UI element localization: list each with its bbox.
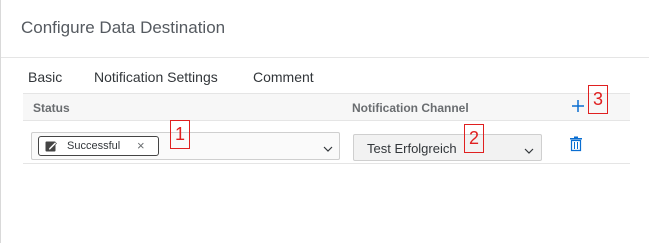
dialog-title: Configure Data Destination [21, 18, 226, 37]
configure-data-destination-dialog: Configure Data Destination Basic Notific… [0, 0, 649, 243]
column-header-notification-channel: Notification Channel [352, 101, 469, 115]
tab-basic[interactable]: Basic [28, 69, 62, 93]
plus-icon [571, 96, 585, 118]
add-row-button[interactable] [568, 95, 588, 117]
tab-notification-settings[interactable]: Notification Settings [94, 69, 218, 96]
chevron-down-icon[interactable] [524, 143, 534, 154]
table-header: Status Notification Channel [23, 93, 630, 121]
token-remove-icon[interactable]: × [137, 138, 145, 153]
status-token[interactable]: Successful × [38, 136, 159, 156]
chevron-down-icon[interactable] [323, 141, 333, 152]
tab-comment[interactable]: Comment [253, 69, 314, 93]
annotation-marker-2: 2 [464, 124, 484, 153]
annotation-marker-1: 1 [170, 120, 190, 149]
annotation-marker-3: 3 [588, 85, 608, 114]
notification-channel-value: Test Erfolgreich [367, 141, 457, 156]
table-row: Successful × Test Erfolgreich [23, 121, 630, 164]
trash-icon[interactable] [569, 136, 583, 152]
status-token-label: Successful [67, 140, 121, 152]
tab-bar: Basic Notification Settings Comment [23, 62, 628, 96]
dialog-header: Configure Data Destination [1, 0, 649, 58]
edit-note-icon [45, 140, 58, 152]
notification-channel-select[interactable]: Test Erfolgreich [353, 134, 542, 161]
column-header-status: Status [33, 101, 70, 115]
